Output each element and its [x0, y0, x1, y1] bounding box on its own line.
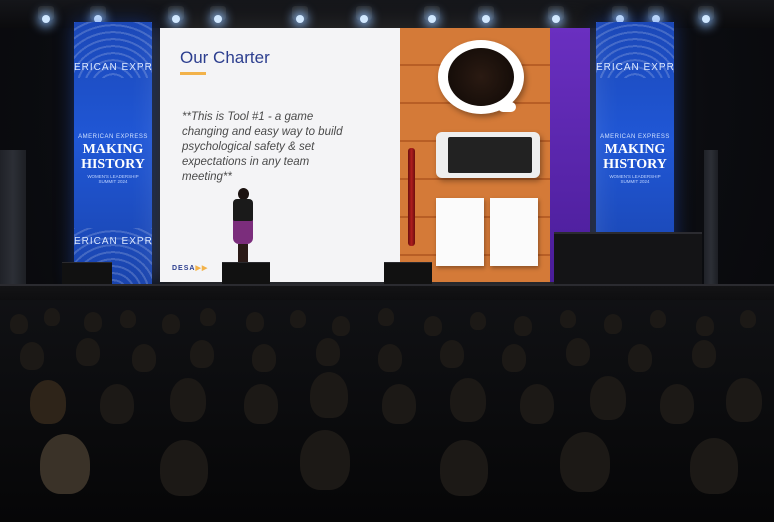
- dj-table: [554, 232, 702, 292]
- stage-light: [210, 6, 226, 23]
- banner-brand: ERICAN EXPRE: [74, 236, 152, 247]
- stage-light: [356, 6, 372, 23]
- stage-light: [612, 6, 628, 23]
- stage-light: [38, 6, 54, 23]
- stage-edge: [0, 284, 774, 286]
- slide-quote: **This is Tool #1 - a game changing and …: [182, 111, 343, 183]
- stage-light: [90, 6, 106, 23]
- banner-headline: HISTORY: [603, 157, 667, 172]
- stage-light: [698, 6, 714, 23]
- blank-card-image: [490, 198, 538, 266]
- stage-curtain: [0, 150, 26, 284]
- stage-curtain: [704, 150, 718, 284]
- stage-light: [168, 6, 184, 23]
- banner-subtitle: AMERICAN EXPRESS: [600, 134, 670, 140]
- slide-title: Our Charter: [180, 48, 270, 67]
- banner-headline: MAKING: [604, 142, 666, 157]
- conference-stage-photo: ERICAN EXPRE AMERICAN EXPRESS MAKING HIS…: [0, 0, 774, 522]
- stage-light: [648, 6, 664, 23]
- coffee-cup-image: [438, 40, 524, 114]
- blank-card-image: [436, 198, 484, 266]
- banner-brand: ERICAN EXPRE: [74, 62, 152, 73]
- presentation-screen: Our Charter **This is Tool #1 - a game c…: [160, 28, 590, 282]
- smartphone-image: [436, 132, 540, 178]
- banner-headline: MAKING: [82, 142, 144, 157]
- banner-headline: HISTORY: [81, 157, 145, 172]
- presenter: [228, 188, 258, 264]
- stage-light: [548, 6, 564, 23]
- logo-arrows-icon: ▶▶: [195, 265, 209, 272]
- stage-light: [424, 6, 440, 23]
- title-underline: [180, 72, 206, 75]
- slide-logo: DESA▶▶: [172, 264, 208, 272]
- audience: [0, 300, 774, 522]
- stage-light: [478, 6, 494, 23]
- left-banner: ERICAN EXPRE AMERICAN EXPRESS MAKING HIS…: [74, 22, 152, 284]
- pen-image: [408, 148, 415, 246]
- banner-tagline: WOMEN'S LEADERSHIP SUMMIT 2024: [87, 174, 139, 184]
- banner-subtitle: AMERICAN EXPRESS: [78, 134, 148, 140]
- logo-text: DESA: [172, 265, 196, 272]
- banner-brand: ERICAN EXPRE: [596, 62, 674, 73]
- stage-light: [292, 6, 308, 23]
- banner-tagline: WOMEN'S LEADERSHIP SUMMIT 2024: [609, 174, 661, 184]
